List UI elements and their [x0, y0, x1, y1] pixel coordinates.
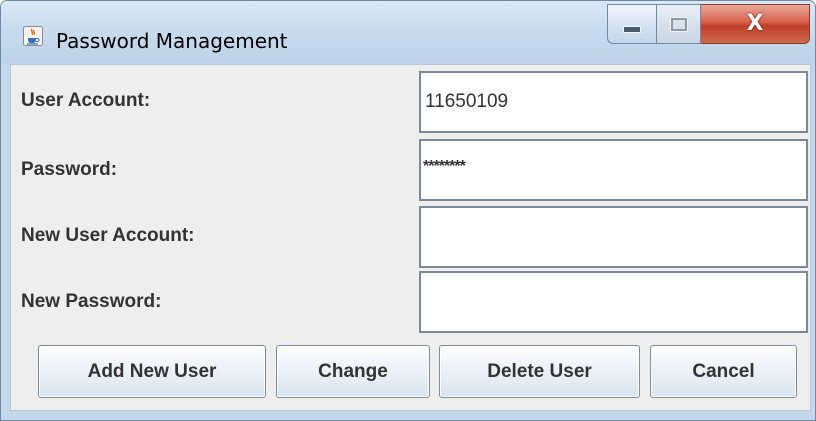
new-user-account-field[interactable] [419, 206, 808, 268]
password-label: Password: [21, 159, 118, 180]
password-field[interactable]: ******** [419, 139, 808, 201]
minimize-icon [623, 25, 641, 33]
delete-user-button[interactable]: Delete User [439, 345, 640, 398]
user-account-label: User Account: [21, 90, 151, 111]
new-user-account-label: New User Account: [21, 225, 195, 246]
window-title: Password Management [56, 29, 288, 53]
cancel-button[interactable]: Cancel [650, 345, 797, 398]
window-controls: X [607, 4, 810, 44]
password-management-window: Password Management X User Account: 1165… [0, 0, 816, 421]
new-password-label: New Password: [21, 291, 162, 312]
password-value: ******** [423, 158, 466, 175]
add-new-user-button[interactable]: Add New User [38, 345, 266, 398]
new-password-field[interactable] [419, 271, 808, 333]
user-account-field[interactable]: 11650109 [419, 71, 808, 133]
maximize-icon [670, 17, 687, 31]
java-cup-icon[interactable] [23, 26, 43, 46]
title-bar[interactable]: Password Management X [1, 1, 815, 63]
close-icon: X [746, 11, 764, 36]
close-button[interactable]: X [701, 4, 810, 44]
user-account-value: 11650109 [425, 91, 509, 112]
form-panel: User Account: 11650109 Password: *******… [10, 64, 811, 411]
minimize-button[interactable] [607, 4, 657, 44]
change-button[interactable]: Change [276, 345, 430, 398]
maximize-button[interactable] [657, 4, 701, 44]
